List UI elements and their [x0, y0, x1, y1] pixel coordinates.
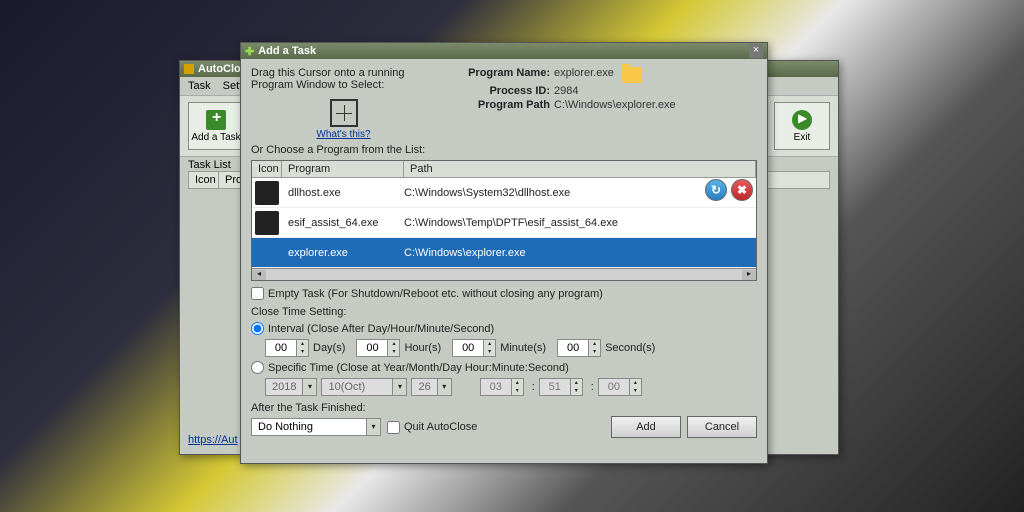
second-spinner-disabled: ▴▾: [598, 378, 642, 396]
close-time-label: Close Time Setting:: [251, 306, 757, 318]
dialog-title: Add a Task: [258, 45, 749, 57]
program-icon: [255, 181, 279, 205]
crosshair-cursor[interactable]: [330, 99, 358, 127]
program-list: Icon Program Path dllhost.exeC:\Windows\…: [251, 160, 757, 281]
drag-hint-text: Drag this Cursor onto a running Program …: [251, 67, 436, 91]
day-spinner[interactable]: ▴▾: [265, 339, 309, 357]
folder-icon[interactable]: [622, 67, 642, 83]
add-task-label: Add a Task: [191, 132, 240, 143]
plus-icon: ✚: [245, 45, 254, 58]
refresh-button[interactable]: ↻: [705, 179, 727, 201]
exit-label: Exit: [794, 132, 811, 143]
after-task-dropdown[interactable]: Do Nothing▾: [251, 418, 381, 436]
list-label: Or Choose a Program from the List:: [251, 144, 757, 156]
month-dropdown[interactable]: 10(Oct)▾: [321, 378, 407, 396]
year-dropdown[interactable]: 2018▾: [265, 378, 317, 396]
col-program[interactable]: Program: [282, 161, 404, 177]
specific-time-radio[interactable]: Specific Time (Close at Year/Month/Day H…: [251, 361, 757, 374]
hour-spinner-disabled: ▴▾: [480, 378, 524, 396]
scroll-right-icon[interactable]: ▸: [742, 270, 756, 280]
add-task-button[interactable]: + Add a Task: [188, 102, 244, 150]
process-id-label: Process ID:: [456, 85, 554, 97]
remove-button[interactable]: ✖: [731, 179, 753, 201]
plus-icon: +: [206, 110, 226, 130]
cancel-button[interactable]: Cancel: [687, 416, 757, 438]
whats-this-link[interactable]: What's this?: [251, 129, 436, 140]
program-icon: [255, 211, 279, 235]
exit-icon: ▶: [792, 110, 812, 130]
col-icon[interactable]: Icon: [252, 161, 282, 177]
second-spinner[interactable]: ▴▾: [557, 339, 601, 357]
list-item[interactable]: esif_assist_64.exeC:\Windows\Temp\DPTF\e…: [252, 208, 756, 238]
close-icon[interactable]: ×: [749, 44, 763, 58]
list-item-selected[interactable]: explorer.exeC:\Windows\explorer.exe: [252, 238, 756, 268]
program-path-value: C:\Windows\explorer.exe: [554, 99, 676, 111]
exit-button[interactable]: ▶ Exit: [774, 102, 830, 150]
program-info: Program Name:explorer.exe Process ID:298…: [456, 67, 757, 140]
col-icon[interactable]: Icon: [189, 172, 219, 188]
empty-task-checkbox[interactable]: Empty Task (For Shutdown/Reboot etc. wit…: [251, 287, 757, 300]
minute-spinner-disabled: ▴▾: [539, 378, 583, 396]
horizontal-scrollbar[interactable]: ◂▸: [252, 268, 756, 280]
scroll-left-icon[interactable]: ◂: [252, 270, 266, 280]
website-link[interactable]: https://Aut: [188, 434, 238, 446]
program-name-value: explorer.exe: [554, 67, 614, 83]
program-icon: [255, 241, 279, 265]
after-task-label: After the Task Finished:: [251, 402, 757, 414]
minute-spinner[interactable]: ▴▾: [452, 339, 496, 357]
col-path[interactable]: Path: [404, 161, 756, 177]
hour-spinner[interactable]: ▴▾: [356, 339, 400, 357]
program-path-label: Program Path: [456, 99, 554, 111]
process-id-value: 2984: [554, 85, 578, 97]
menu-task[interactable]: Task: [188, 80, 211, 92]
add-task-dialog: ✚ Add a Task × Drag this Cursor onto a r…: [240, 42, 768, 464]
list-item[interactable]: dllhost.exeC:\Windows\System32\dllhost.e…: [252, 178, 756, 208]
dialog-titlebar[interactable]: ✚ Add a Task ×: [241, 43, 767, 59]
app-icon: [184, 64, 194, 74]
day-dropdown[interactable]: 26▾: [411, 378, 451, 396]
add-button[interactable]: Add: [611, 416, 681, 438]
program-name-label: Program Name:: [456, 67, 554, 83]
quit-autoclose-checkbox[interactable]: Quit AutoClose: [387, 421, 477, 434]
interval-radio[interactable]: Interval (Close After Day/Hour/Minute/Se…: [251, 322, 757, 335]
